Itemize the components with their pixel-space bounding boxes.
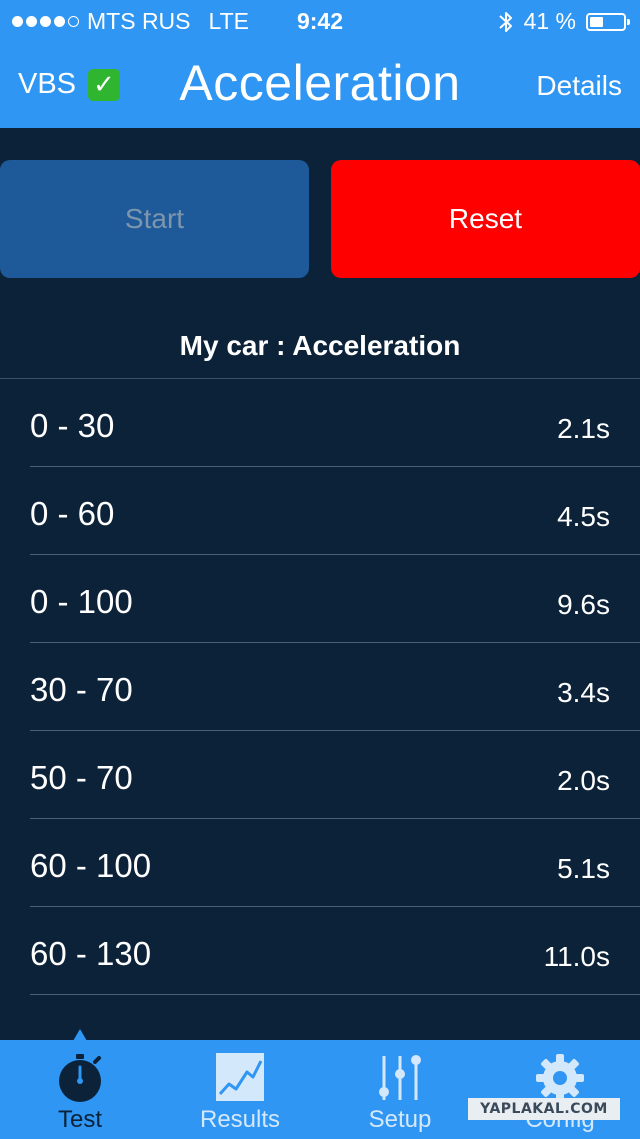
battery-icon xyxy=(586,12,630,31)
tab-results[interactable]: Results xyxy=(160,1040,320,1139)
list-item[interactable]: 50 - 70 2.0s xyxy=(30,731,640,819)
details-button[interactable]: Details xyxy=(536,70,622,102)
tab-bar: Test Results Setup xyxy=(0,1040,640,1139)
list-item[interactable]: 30 - 70 3.4s xyxy=(30,643,640,731)
status-right: 41 % xyxy=(498,8,630,35)
section-title: My car : Acceleration xyxy=(179,330,461,361)
status-bar: MTS RUS LTE 9:42 41 % xyxy=(0,0,640,44)
watermark: YAPLAKAL.COM xyxy=(468,1098,620,1120)
list-item[interactable]: 0 - 60 4.5s xyxy=(30,467,640,555)
speed-range: 0 - 30 xyxy=(30,407,115,444)
tab-label: Setup xyxy=(368,1106,432,1133)
tab-config[interactable]: Config xyxy=(480,1040,640,1139)
bluetooth-icon xyxy=(498,11,512,32)
battery-percent: 41 % xyxy=(523,8,576,34)
speed-range: 50 - 70 xyxy=(30,759,133,796)
gear-icon xyxy=(536,1054,584,1102)
battery-fill xyxy=(590,16,603,27)
list-item[interactable]: 0 - 30 2.1s xyxy=(30,379,640,467)
speed-range: 0 - 100 xyxy=(30,583,133,620)
navigation-bar: VBS ✓ Acceleration Details xyxy=(0,44,640,128)
chart-icon xyxy=(216,1053,264,1101)
results-list: 0 - 30 2.1s 0 - 60 4.5s 0 - 100 9.6s 30 … xyxy=(0,378,640,995)
acceleration-time: 11.0s xyxy=(543,941,610,972)
acceleration-time: 2.0s xyxy=(557,765,610,796)
sliders-icon xyxy=(379,1055,421,1100)
speed-range: 60 - 130 xyxy=(30,935,152,972)
reset-button[interactable]: Reset xyxy=(331,160,640,278)
acceleration-time: 4.5s xyxy=(557,501,610,532)
start-button[interactable]: Start xyxy=(0,160,309,278)
stopwatch-icon xyxy=(59,1054,101,1102)
tab-setup[interactable]: Setup xyxy=(320,1040,480,1139)
acceleration-time: 5.1s xyxy=(557,853,610,884)
tab-test[interactable]: Test xyxy=(0,1040,160,1139)
battery-nub xyxy=(627,18,630,25)
list-item[interactable]: 60 - 130 11.0s xyxy=(30,907,640,995)
acceleration-time: 9.6s xyxy=(557,589,610,620)
speed-range: 30 - 70 xyxy=(30,671,133,708)
speed-range: 60 - 100 xyxy=(30,847,152,884)
tab-label: Test xyxy=(57,1106,102,1133)
list-item[interactable]: 0 - 100 9.6s xyxy=(30,555,640,643)
list-item[interactable]: 60 - 100 5.1s xyxy=(30,819,640,907)
acceleration-time: 3.4s xyxy=(557,677,610,708)
speed-range: 0 - 60 xyxy=(30,495,115,532)
tab-label: Results xyxy=(199,1106,281,1133)
acceleration-time: 2.1s xyxy=(557,413,610,444)
